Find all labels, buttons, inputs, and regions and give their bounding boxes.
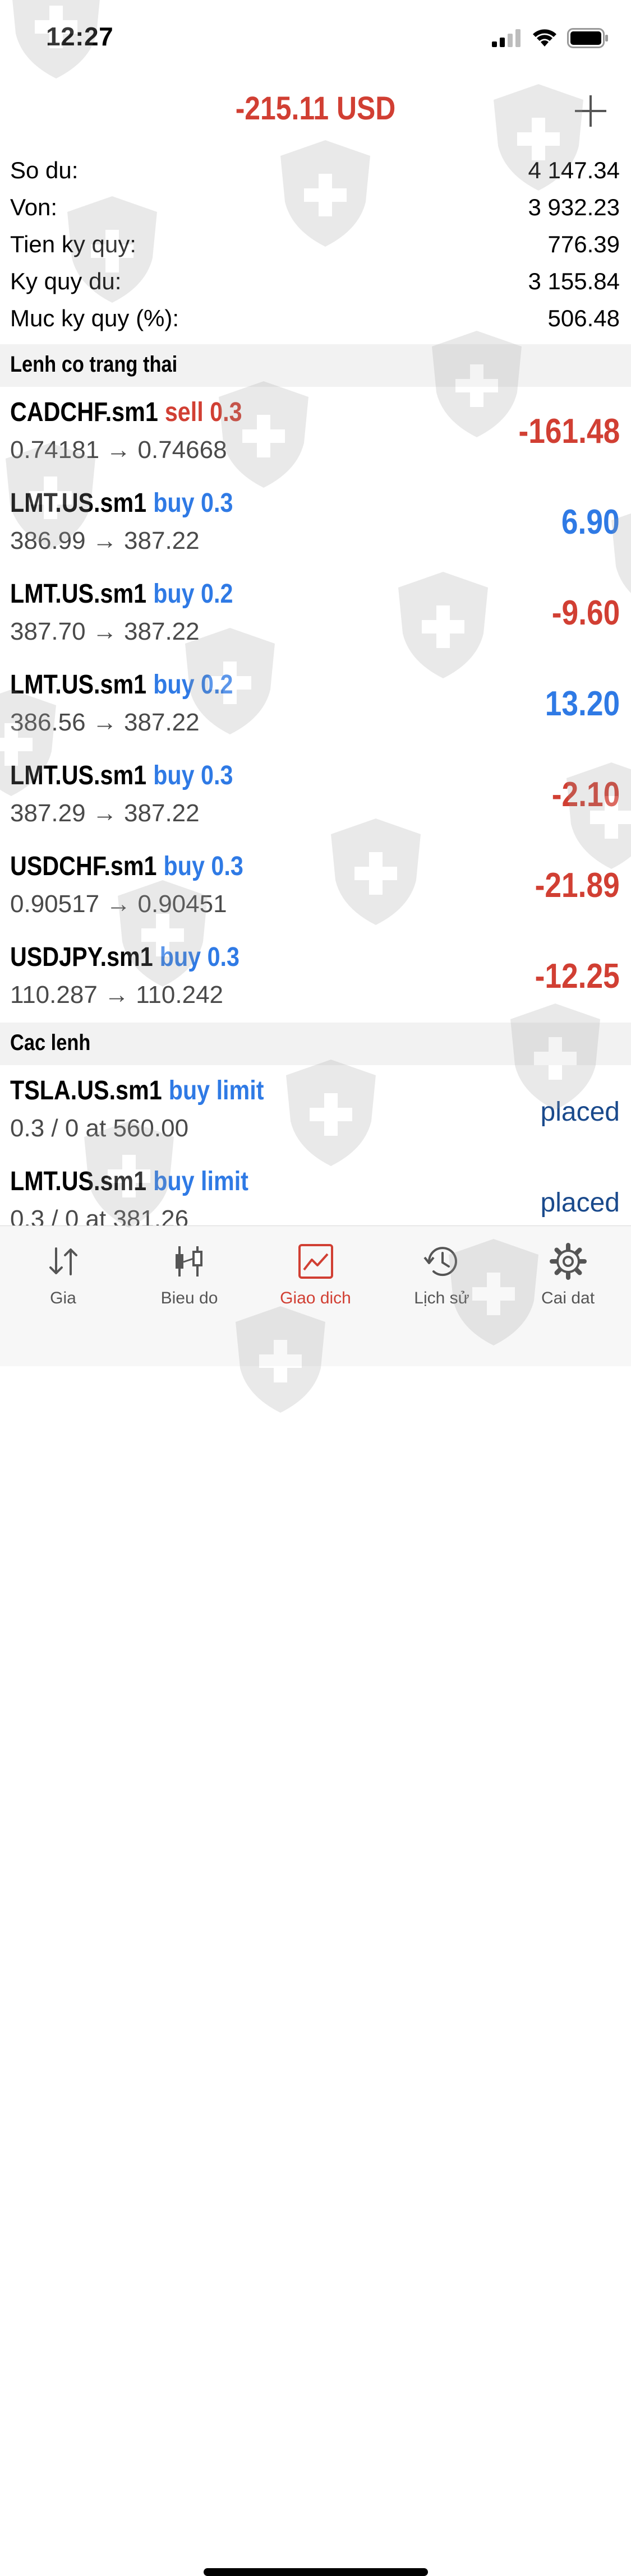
position-profit: -2.10 <box>551 775 620 814</box>
summary-value: 4 147.34 <box>528 157 620 183</box>
position-prices: 386.56 → 387.22 <box>10 709 200 736</box>
summary-label: Tien ky quy: <box>10 231 136 257</box>
tab-label: Giao dich <box>280 1289 351 1307</box>
cellular-signal-icon <box>492 29 521 47</box>
account-summary: So du: 4 147.34 Von: 3 932.23 Tien ky qu… <box>0 152 631 337</box>
position-prices: 386.99 → 387.22 <box>10 527 200 554</box>
order-type: buy limit <box>168 1076 264 1106</box>
home-indicator[interactable] <box>204 2568 428 2576</box>
positions-section-header: Lenh co trang thai <box>0 344 631 387</box>
tab-label: Gia <box>50 1289 76 1307</box>
position-row[interactable]: USDCHF.sm1 buy 0.3 0.90517 → 0.90451 -21.… <box>0 841 631 932</box>
position-row[interactable]: LMT.US.sm1 buy 0.3 386.99 → 387.22 6.90 <box>0 478 631 568</box>
position-symbol: CADCHF.sm1 <box>10 397 158 427</box>
position-prices: 0.74181 → 0.74668 <box>10 436 227 464</box>
tab-settings[interactable]: Cai dat <box>505 1242 631 1308</box>
summary-label: Muc ky quy (%): <box>10 305 179 331</box>
order-detail: 0.3 / 0 at 381.26 <box>10 1205 189 1225</box>
summary-row-margin: Tien ky quy: 776.39 <box>0 226 631 263</box>
position-profit: 13.20 <box>545 685 620 723</box>
position-profit: 6.90 <box>561 503 620 542</box>
tab-price[interactable]: Gia <box>0 1242 126 1308</box>
position-row[interactable]: CADCHF.sm1 sell 0.3 0.74181 → 0.74668 -16… <box>0 387 631 478</box>
order-row[interactable]: LMT.US.sm1 buy limit 0.3 / 0 at 381.26 pl… <box>0 1156 631 1225</box>
position-row[interactable]: LMT.US.sm1 buy 0.3 387.29 → 387.22 -2.10 <box>0 750 631 841</box>
position-prices: 110.287 → 110.242 <box>10 981 224 1009</box>
wifi-icon <box>533 29 556 47</box>
summary-value: 776.39 <box>547 231 620 257</box>
battery-icon <box>567 28 608 48</box>
summary-label: So du: <box>10 157 79 183</box>
position-side: buy 0.3 <box>159 942 239 972</box>
section-title: Cac lenh <box>10 1030 91 1055</box>
position-prices: 0.90517 → 0.90451 <box>10 890 227 918</box>
summary-value: 506.48 <box>547 305 620 331</box>
account-header: -215.11 USD <box>0 84 631 140</box>
tab-label: Bieu do <box>160 1289 218 1307</box>
section-title: Lenh co trang thai <box>10 352 178 377</box>
summary-row-balance: So du: 4 147.34 <box>0 152 631 189</box>
summary-label: Von: <box>10 194 58 220</box>
status-time: 12:27 <box>46 22 114 51</box>
order-detail: 0.3 / 0 at 560.00 <box>10 1114 189 1142</box>
summary-row-free-margin: Ky quy du: 3 155.84 <box>0 263 631 300</box>
position-profit: -12.25 <box>535 957 620 996</box>
plus-icon[interactable] <box>574 94 607 128</box>
position-side: buy 0.3 <box>153 488 233 518</box>
position-profit: -161.48 <box>518 412 620 451</box>
position-side: buy 0.2 <box>153 579 233 609</box>
position-profit: -21.89 <box>535 866 620 905</box>
position-row[interactable]: LMT.US.sm1 buy 0.2 386.56 → 387.22 13.20 <box>0 659 631 750</box>
order-symbol: LMT.US.sm1 <box>10 1167 147 1196</box>
status-bar: 12:27 <box>0 0 631 73</box>
trade-chart-icon <box>298 1244 333 1279</box>
position-symbol: USDCHF.sm1 <box>10 852 157 881</box>
gear-icon <box>549 1243 587 1280</box>
price-arrows-icon <box>49 1247 77 1275</box>
tab-chart[interactable]: Bieu do <box>126 1242 252 1308</box>
position-row[interactable]: USDJPY.sm1 buy 0.3 110.287 → 110.242 -12.… <box>0 932 631 1023</box>
position-row[interactable]: LMT.US.sm1 buy 0.2 387.70 → 387.22 -9.60 <box>0 568 631 659</box>
order-symbol: TSLA.US.sm1 <box>10 1076 162 1106</box>
position-prices: 387.29 → 387.22 <box>10 799 200 827</box>
position-side: buy 0.2 <box>153 670 233 700</box>
tab-label: Cai dat <box>541 1289 595 1307</box>
summary-value: 3 932.23 <box>528 194 620 220</box>
total-profit: -215.11 USD <box>235 90 396 127</box>
order-status: placed <box>540 1097 620 1127</box>
summary-row-equity: Von: 3 932.23 <box>0 189 631 226</box>
candlestick-chart-icon <box>175 1246 202 1277</box>
position-side: sell 0.3 <box>164 397 242 427</box>
position-prices: 387.70 → 387.22 <box>10 618 200 645</box>
tab-bar: Gia Bieu do Giao dich Lịch sử Cai dat <box>0 1225 631 2576</box>
tab-trade[interactable]: Giao dich <box>252 1242 379 1308</box>
summary-row-margin-level: Muc ky quy (%): 506.48 <box>0 300 631 337</box>
order-status: placed <box>540 1188 620 1218</box>
position-profit: -9.60 <box>551 594 620 632</box>
orders-section-header: Cac lenh <box>0 1023 631 1065</box>
position-symbol: LMT.US.sm1 <box>10 670 147 700</box>
position-side: buy 0.3 <box>153 761 233 790</box>
history-clock-icon <box>423 1247 457 1277</box>
order-type: buy limit <box>153 1167 248 1196</box>
summary-value: 3 155.84 <box>528 268 620 294</box>
position-symbol: LMT.US.sm1 <box>10 761 147 790</box>
position-side: buy 0.3 <box>163 852 243 881</box>
position-symbol: LMT.US.sm1 <box>10 488 147 518</box>
tab-history[interactable]: Lịch sử <box>379 1242 505 1308</box>
order-row[interactable]: TSLA.US.sm1 buy limit 0.3 / 0 at 560.00 p… <box>0 1065 631 1156</box>
position-symbol: USDJPY.sm1 <box>10 942 153 972</box>
position-symbol: LMT.US.sm1 <box>10 579 147 609</box>
tab-label: Lịch sử <box>414 1289 469 1307</box>
summary-label: Ky quy du: <box>10 268 122 294</box>
